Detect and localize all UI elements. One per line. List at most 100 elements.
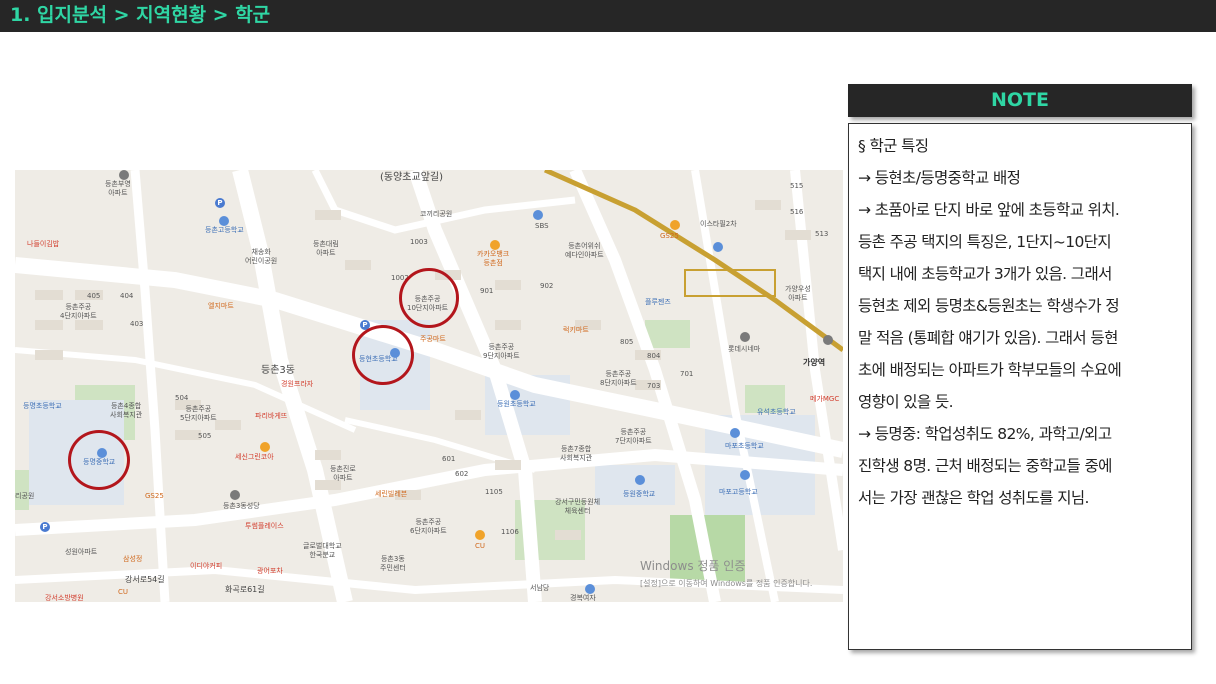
note-title: NOTE (991, 89, 1049, 111)
map-image: (동양초교앞길) 코끼리공원 SBS 등촌대림 아파트 등촌부영 아파트 등촌고… (15, 170, 843, 602)
map-label: 515 (790, 182, 804, 190)
map-label: 카카오뱅크 등촌점 (477, 250, 510, 267)
note-line: 진학생 8명. 근처 배정되는 중학교들 중에 (858, 457, 1112, 475)
map-label: 등촌주공 4단지아파트 (60, 303, 97, 320)
map-label: 등촌주공 5단지아파트 (180, 405, 217, 422)
map-label: 이디야커피 (190, 562, 223, 570)
school-pin-icon (635, 475, 645, 485)
map-label: 화곡로61길 (225, 585, 265, 594)
map-pin-icon (670, 220, 680, 230)
map-label: 등촌3동 (261, 365, 295, 376)
map-label: 1106 (501, 528, 519, 536)
map-label: 등촌3동 주민센터 (380, 555, 406, 572)
slide-title: 1. 입지분석 > 지역현황 > 학군 (10, 4, 271, 26)
map-label: (동양초교앞길) (380, 172, 444, 183)
map-label: 가양역 (803, 358, 826, 367)
map-label: 서남당 (530, 584, 550, 592)
map-pin-icon (533, 210, 543, 220)
map-label: 513 (815, 230, 829, 238)
map-label: 세신그린코아 (235, 453, 274, 461)
map-label: 등촌3동성당 (223, 502, 260, 510)
map-label: 마포고등학교 (719, 488, 758, 496)
note-line: 택지 내에 초등학교가 3개가 있음. 그래서 (858, 265, 1112, 283)
map-label: CU (475, 542, 486, 550)
map-label: 등촌주공 9단지아파트 (483, 343, 520, 360)
map-label: 1105 (485, 488, 503, 496)
map-label: 등원초등학교 (497, 400, 536, 408)
map-label: 등촌부영 아파트 (105, 180, 131, 197)
map-label: 강서소방병원 (45, 594, 84, 602)
map-label: 투썸플레이스 (245, 522, 284, 530)
map-pin-icon (740, 332, 750, 342)
highlight-circle (352, 325, 414, 385)
parking-icon: P (215, 198, 225, 208)
map-label: 516 (790, 208, 804, 216)
map-label: 채송화 어린이공원 (245, 248, 278, 265)
map-label: 코끼리공원 (420, 210, 453, 218)
map-pin-icon (119, 170, 129, 180)
map-label: CU (118, 588, 129, 596)
note-line: § 학군 특징 (858, 137, 929, 155)
map-pin-icon (490, 240, 500, 250)
map-label: 롯데시네마 (728, 345, 761, 353)
map-label: 유석초등학교 (757, 408, 796, 416)
note-box: § 학군 특징 → 등현초/등명중학교 배정 → 초품아로 단지 바로 앞에 초… (848, 123, 1192, 650)
school-pin-icon (219, 216, 229, 226)
note-line: 등촌 주공 택지의 특징은, 1단지~10단지 (858, 233, 1112, 251)
map-label: 파리바게뜨 (255, 412, 288, 420)
note-line: 초에 배정되는 아파트가 학부모들의 수요에 (858, 361, 1122, 379)
map-label: 805 (620, 338, 634, 346)
map-label: 등촌고등학교 (205, 226, 244, 234)
note-line: → 초품아로 단지 바로 앞에 초등학교 위치. (858, 201, 1120, 219)
map-label: 등촌대림 아파트 (313, 240, 339, 257)
school-pin-icon (510, 390, 520, 400)
slide-header: 1. 입지분석 > 지역현황 > 학군 (0, 0, 1216, 32)
map-label: 601 (442, 455, 456, 463)
map-label: 등촌7종합 사회복지관 (560, 445, 593, 462)
map-label: 등촌진로 아파트 (330, 465, 356, 482)
note-line: 말 적음 (통폐합 얘기가 있음). 그래서 등현 (858, 329, 1118, 347)
map-label: 강서구민등원체 체육센터 (555, 498, 601, 515)
highlight-circle (399, 268, 459, 328)
map-label: 등촌주공 6단지아파트 (410, 518, 447, 535)
map-label: 504 (175, 394, 189, 402)
map-label: 가양우성 아파트 (785, 285, 811, 302)
map-label: 경원프라자 (281, 380, 314, 388)
map-label: 등촌주공 8단지아파트 (600, 370, 637, 387)
map-label: 등원중학교 (623, 490, 656, 498)
map-label: GS25 (660, 232, 679, 240)
map-label: GS25 (145, 492, 164, 500)
map-label: 세린빌레븐 (375, 490, 408, 498)
map-label: 등촌주공 7단지아파트 (615, 428, 652, 445)
note-line: 서는 가장 괜찮은 학업 성취도를 지님. (858, 489, 1089, 507)
map-label: 마포초등학교 (725, 442, 764, 450)
map-label: 삼성정 (123, 555, 143, 563)
map-label: 메가MGC (810, 395, 840, 403)
map-pin-icon (475, 530, 485, 540)
note-line: 영향이 있을 듯. (858, 393, 954, 411)
windows-watermark-sub: [설정]으로 이동하여 Windows를 정품 인증합니다. (640, 579, 813, 588)
map-label: 1003 (410, 238, 428, 246)
map-base (15, 170, 843, 602)
map-label: 703 (647, 382, 661, 390)
map-label: 902 (540, 282, 554, 290)
map-label: 505 (198, 432, 212, 440)
map-pin-icon (260, 442, 270, 452)
map-label: 리공원 (15, 492, 35, 500)
map-label: 804 (647, 352, 661, 360)
map-label: SBS (535, 222, 549, 230)
map-label: 이스타필2차 (700, 220, 737, 228)
map-label: 701 (680, 370, 694, 378)
station-icon (823, 335, 833, 345)
map-label: 강서로54길 (125, 575, 165, 584)
map-label: 등촌어위쉬 예다인아파트 (565, 242, 604, 259)
map-label: 주공마트 (420, 335, 446, 343)
windows-watermark: Windows 정품 인증 (640, 559, 746, 573)
map-label: 광어포차 (257, 567, 283, 575)
map-label: 등촌4종합 사회복지관 (110, 402, 143, 419)
note-line: → 등현초/등명중학교 배정 (858, 169, 1021, 187)
subway-icon (713, 242, 723, 252)
map-label: 글로벌대학교 한국분교 (303, 542, 342, 559)
map-label: 602 (455, 470, 469, 478)
note-header: NOTE (848, 84, 1192, 117)
